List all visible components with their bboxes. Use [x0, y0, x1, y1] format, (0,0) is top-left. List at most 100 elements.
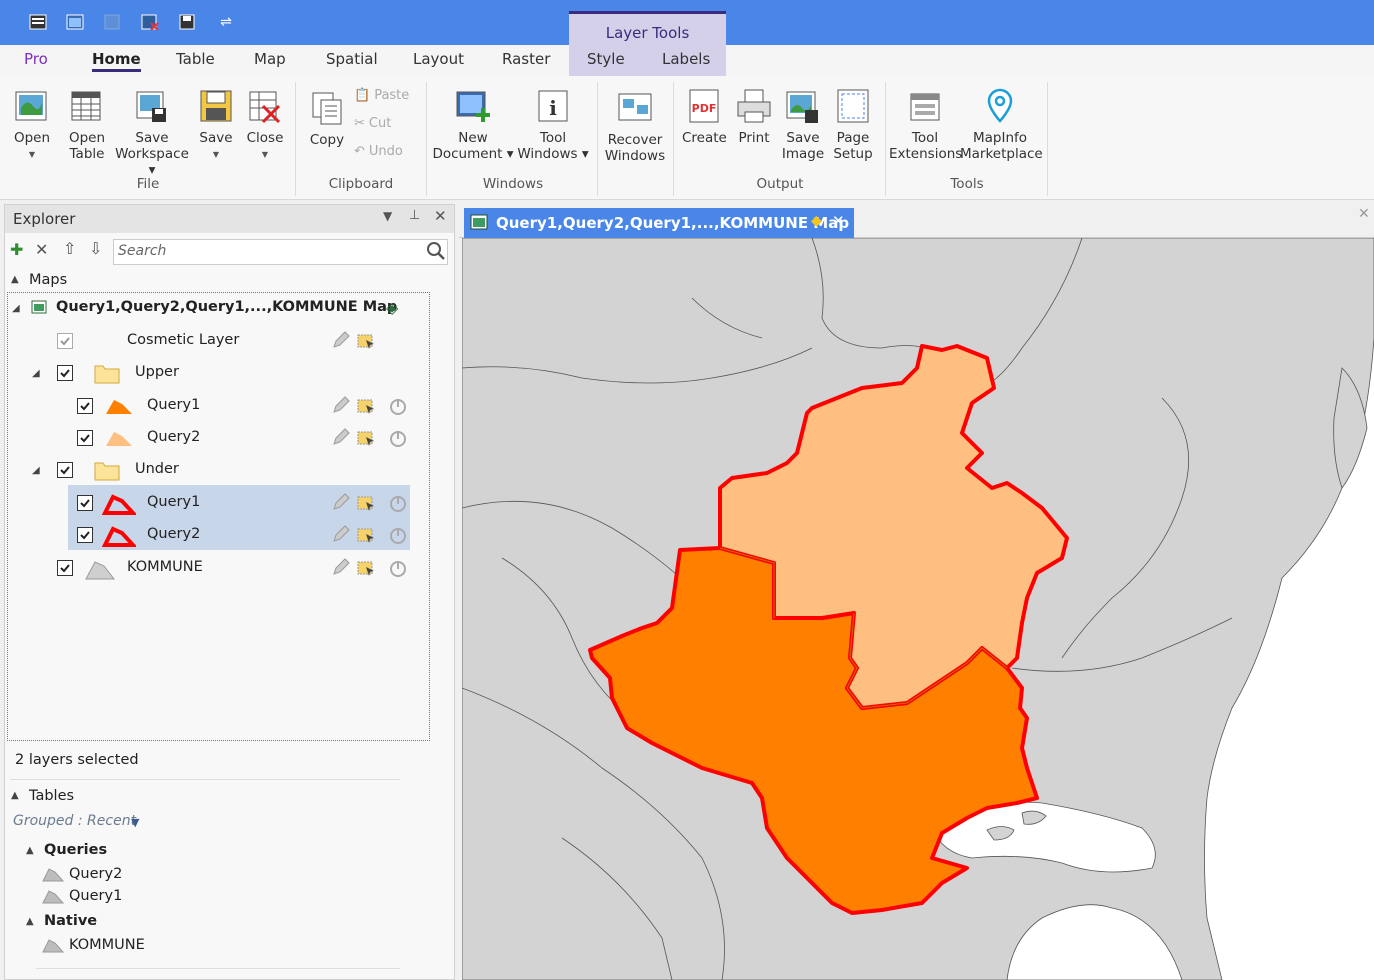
under-query2-checkbox[interactable] [77, 527, 93, 543]
label-toggle-icon[interactable] [388, 558, 408, 578]
grouping-selector[interactable]: Grouped : Recent [13, 813, 136, 829]
expand-under-icon[interactable]: ◢ [32, 465, 40, 476]
tool-windows-button[interactable]: i Tool Windows ▾ [516, 86, 590, 162]
remove-icon[interactable]: ✕ [35, 240, 48, 259]
map-view[interactable] [462, 238, 1374, 980]
save-image-button[interactable]: Save Image [780, 86, 826, 162]
layer-cosmetic[interactable]: Cosmetic Layer [127, 332, 239, 348]
map-options-icon[interactable]: ◈ [386, 298, 398, 317]
under-group-checkbox[interactable] [57, 462, 73, 478]
collapse-queries-icon[interactable]: ▲ [26, 845, 34, 856]
map-document-tab[interactable]: Query1,Query2,Query1,...,KOMMUNE Map ◆ ✕ [464, 208, 854, 238]
tab-labels[interactable]: Labels [662, 50, 710, 68]
map-canvas[interactable] [462, 238, 1374, 980]
cosmetic-layer-checkbox[interactable] [57, 333, 73, 349]
selectable-icon[interactable] [356, 558, 376, 578]
print-button[interactable]: Print [732, 86, 776, 146]
edit-pencil-icon[interactable] [330, 558, 350, 578]
tab-style[interactable]: Style [587, 50, 625, 68]
chevron-down-icon[interactable]: ▼ [131, 816, 139, 829]
mapinfo-marketplace-button[interactable]: MapInfo Marketplace [960, 86, 1043, 162]
new-document-button[interactable]: New Document ▾ [432, 86, 514, 162]
tab-table[interactable]: Table [176, 50, 215, 68]
upper-query2-checkbox[interactable] [77, 430, 93, 446]
upper-group-checkbox[interactable] [57, 365, 73, 381]
close-icon[interactable]: ✕ [1358, 206, 1370, 222]
tab-map[interactable]: Map [254, 50, 286, 68]
open-table-button[interactable]: Open Table [64, 86, 110, 162]
upper-query1-checkbox[interactable] [77, 398, 93, 414]
save-icon[interactable] [177, 12, 197, 32]
tool-extensions-button[interactable]: Tool Extensions [889, 86, 962, 162]
pdf-icon: PDF [689, 89, 719, 123]
tab-raster[interactable]: Raster [502, 50, 550, 68]
move-down-icon[interactable]: ⇩ [89, 239, 102, 258]
map-name[interactable]: Query1,Query2,Query1,...,KOMMUNE Map [56, 299, 397, 315]
collapse-maps-icon[interactable]: ▲ [11, 274, 19, 285]
panel-menu-icon[interactable]: ▼ [383, 209, 392, 223]
search-input[interactable]: Search [113, 239, 448, 265]
expand-map-icon[interactable]: ◢ [12, 303, 20, 314]
map-tab-title: Query1,Query2,Query1,...,KOMMUNE Map [496, 214, 850, 232]
recover-windows-button[interactable]: Recover Windows [602, 88, 668, 164]
group-under[interactable]: Under [135, 461, 179, 477]
page-setup-button[interactable]: Page Setup [830, 86, 876, 162]
selectable-icon[interactable] [356, 396, 376, 416]
layer-upper-query1[interactable]: Query1 [147, 397, 200, 413]
copy-icon [312, 92, 342, 125]
add-icon[interactable]: ✚ [10, 240, 23, 259]
label-toggle-icon[interactable] [388, 428, 408, 448]
selectable-icon[interactable] [356, 428, 376, 448]
customize-icon[interactable]: ⇌ [216, 12, 236, 32]
maps-header: Maps [29, 272, 68, 288]
new-doc-icon[interactable] [102, 12, 122, 32]
close-icon[interactable]: ✕ [832, 212, 845, 230]
expand-upper-icon[interactable]: ◢ [32, 368, 40, 379]
query-table-item[interactable]: Query1 [69, 888, 122, 904]
layer-upper-query2[interactable]: Query2 [147, 429, 200, 445]
undo-button[interactable]: ↶ Undo [354, 144, 403, 159]
app-menu-icon[interactable] [28, 12, 48, 32]
edit-pencil-icon[interactable] [330, 396, 350, 416]
copy-button[interactable]: Copy [305, 88, 349, 148]
label-toggle-icon[interactable] [388, 493, 408, 513]
under-query1-checkbox[interactable] [77, 495, 93, 511]
selectable-icon[interactable] [356, 331, 376, 351]
close-icon[interactable]: ✕ [434, 207, 447, 225]
layer-under-query2[interactable]: Query2 [147, 526, 200, 542]
native-table-item[interactable]: KOMMUNE [69, 937, 145, 953]
collapse-native-icon[interactable]: ▲ [26, 916, 34, 927]
close-table-icon[interactable] [140, 12, 160, 32]
open-button[interactable]: Open ▼ [10, 86, 54, 163]
edit-pencil-icon[interactable] [330, 525, 350, 545]
move-up-icon[interactable]: ⇧ [63, 239, 76, 258]
cut-button[interactable]: ✂ Cut [354, 116, 391, 131]
label-toggle-icon[interactable] [388, 525, 408, 545]
create-pdf-button[interactable]: PDF Create [682, 86, 727, 146]
layer-under-query1[interactable]: Query1 [147, 494, 200, 510]
region-style-icon [84, 557, 116, 585]
edit-pencil-icon[interactable] [330, 428, 350, 448]
close-button[interactable]: Close ▼ [243, 86, 287, 163]
paste-button[interactable]: 📋 Paste [354, 88, 409, 103]
tab-pro[interactable]: Pro [24, 50, 48, 68]
save-button[interactable]: Save ▼ [194, 86, 238, 163]
tab-layout[interactable]: Layout [413, 50, 464, 68]
query-table-item[interactable]: Query2 [69, 866, 122, 882]
kommune-checkbox[interactable] [57, 560, 73, 576]
tab-home[interactable]: Home [92, 50, 141, 72]
collapse-tables-icon[interactable]: ▲ [11, 790, 19, 801]
edit-pencil-icon[interactable] [330, 331, 350, 351]
open-map-icon[interactable] [65, 12, 85, 32]
selectable-icon[interactable] [356, 525, 376, 545]
edit-pencil-icon[interactable] [330, 493, 350, 513]
group-output-label: Output [756, 176, 804, 192]
search-icon[interactable] [426, 241, 446, 265]
label-toggle-icon[interactable] [388, 396, 408, 416]
tab-spatial[interactable]: Spatial [326, 50, 378, 68]
layer-kommune[interactable]: KOMMUNE [127, 559, 203, 575]
pin-icon[interactable]: ⊥ [409, 208, 420, 223]
save-workspace-button[interactable]: Save Workspace ▾ [112, 86, 192, 178]
selectable-icon[interactable] [356, 493, 376, 513]
group-upper[interactable]: Upper [135, 364, 179, 380]
